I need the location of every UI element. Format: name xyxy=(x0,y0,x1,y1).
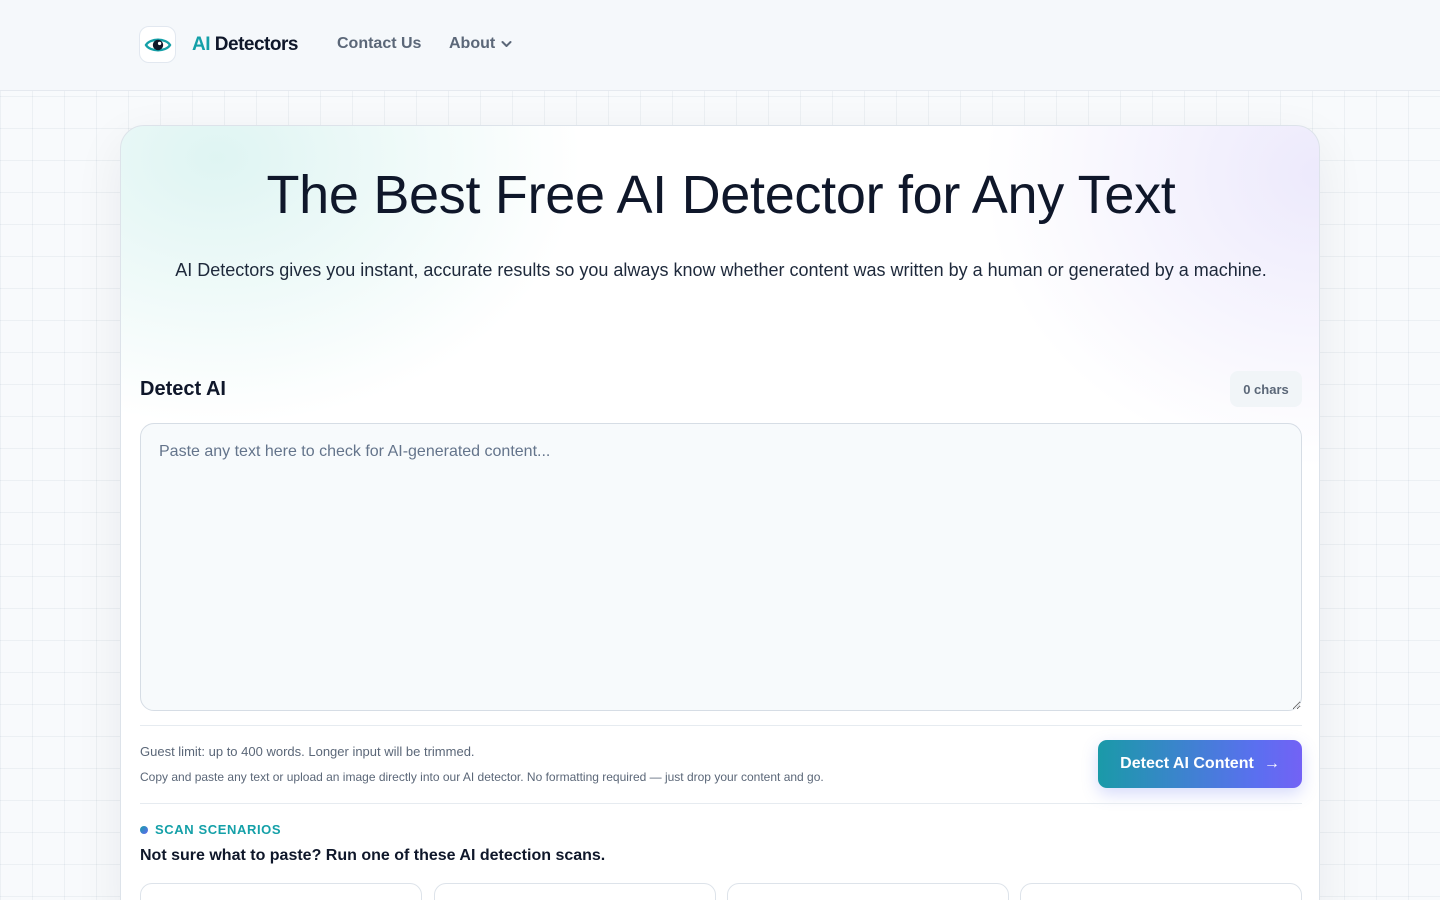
logo[interactable] xyxy=(139,26,176,63)
brand-name[interactable]: AI Detectors xyxy=(192,34,298,56)
bullet-dot-icon xyxy=(140,825,148,834)
help-note: Copy and paste any text or upload an ima… xyxy=(140,770,824,784)
scan-scenario-card[interactable] xyxy=(140,883,422,900)
text-input-area[interactable] xyxy=(140,423,1302,711)
brand-name-ai: AI xyxy=(192,34,211,55)
arrow-right-icon: → xyxy=(1263,755,1280,772)
detect-ai-heading: Detect AI xyxy=(140,378,226,400)
brand-name-detectors: Detectors xyxy=(214,34,299,55)
page-subtitle: AI Detectors gives you instant, accurate… xyxy=(175,260,1267,280)
nav-contact-us-link[interactable]: Contact Us xyxy=(337,35,421,53)
scan-scenario-card[interactable] xyxy=(434,883,716,900)
detect-ai-content-button[interactable]: Detect AI Content → xyxy=(1098,740,1302,788)
detect-button-label: Detect AI Content xyxy=(1120,755,1254,772)
page-title: The Best Free AI Detector for Any Text xyxy=(266,165,1176,225)
scan-scenarios-heading: Not sure what to paste? Run one of these… xyxy=(140,847,606,864)
scan-scenarios-label: SCAN SCENARIOS xyxy=(155,822,282,837)
eye-icon xyxy=(144,38,171,51)
divider xyxy=(140,725,1302,726)
scan-scenario-card[interactable] xyxy=(1020,883,1302,900)
chevron-down-icon xyxy=(501,41,512,47)
detector-card: The Best Free AI Detector for Any Text A… xyxy=(120,125,1320,900)
scan-scenario-card[interactable] xyxy=(727,883,1009,900)
guest-limit-note: Guest limit: up to 400 words. Longer inp… xyxy=(140,744,475,759)
scan-scenarios-kicker: SCAN SCENARIOS xyxy=(140,822,281,837)
top-navigation-bar: AI Detectors Contact Us About xyxy=(0,0,1440,91)
character-count-badge: 0 chars xyxy=(1230,371,1302,407)
nav-about-dropdown[interactable]: About xyxy=(449,35,512,53)
divider xyxy=(140,803,1302,804)
nav-about-label: About xyxy=(449,35,496,52)
